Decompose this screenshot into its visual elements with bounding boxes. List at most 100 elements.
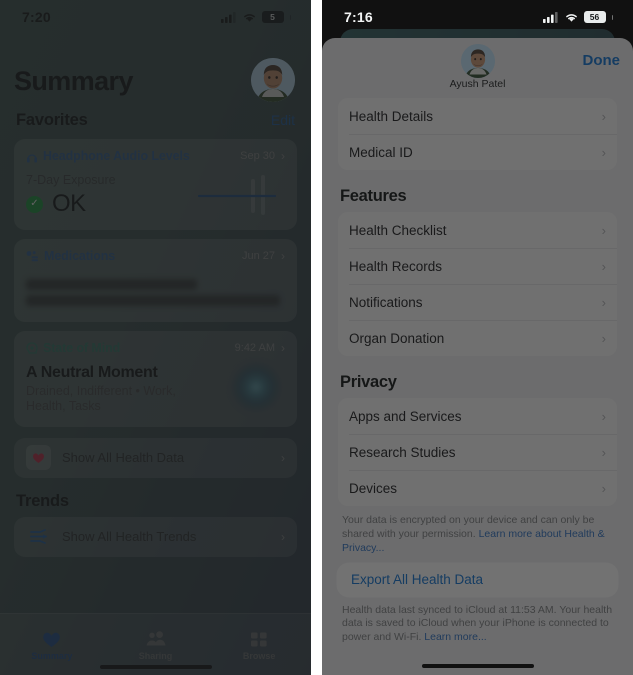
tab-summary[interactable]: Summary <box>0 614 104 675</box>
show-all-health-trends-row[interactable]: Show All Health Trends › <box>14 516 297 557</box>
export-all-health-data-button[interactable]: Export All Health Data <box>338 563 617 596</box>
row-notifications[interactable]: Notifications › <box>338 284 617 320</box>
home-indicator <box>421 664 534 668</box>
row-label: Show All Health Trends <box>62 529 197 544</box>
row-label: Health Details <box>349 108 434 124</box>
check-circle-icon: ✓ <box>26 195 43 213</box>
tab-label: Browse <box>242 650 276 661</box>
trends-heading: Trends <box>16 491 69 510</box>
privacy-footnote: Your data is encrypted on your device an… <box>342 514 613 556</box>
card-title-group: Headphone Audio Levels <box>26 149 190 163</box>
chevron-right-icon: › <box>601 330 606 346</box>
profile-avatar-button[interactable] <box>251 58 295 102</box>
chevron-right-icon: › <box>601 408 606 424</box>
trends-arrows-icon <box>26 524 51 549</box>
show-all-health-data-row[interactable]: Show All Health Data › <box>14 437 297 478</box>
chevron-right-icon: › <box>281 341 285 355</box>
status-time: 7:16 <box>344 9 373 25</box>
chevron-right-icon: › <box>601 222 606 238</box>
edit-button[interactable]: Edit <box>271 112 295 128</box>
chevron-right-icon: › <box>281 529 285 544</box>
tab-browse[interactable]: Browse <box>207 614 311 675</box>
heart-filled-icon <box>43 632 61 647</box>
card-date: Jun 27 <box>241 250 275 262</box>
headphone-icon <box>27 153 37 162</box>
medications-redacted-text <box>26 279 285 306</box>
card-status-value: OK <box>52 190 86 217</box>
row-label: Medical ID <box>349 144 413 160</box>
trends-section-header: Trends <box>14 492 297 511</box>
card-header: Headphone Audio Levels Sep 30 › <box>26 149 285 163</box>
avatar <box>251 58 295 102</box>
heart-icon <box>26 445 51 470</box>
sheet-header: Ayush Patel Done <box>322 38 633 90</box>
export-label: Export All Health Data <box>351 572 484 588</box>
card-date: 9:42 AM <box>234 342 275 354</box>
status-indicators: 5 <box>220 11 291 23</box>
privacy-heading: Privacy <box>340 373 397 391</box>
head-profile-icon <box>26 341 38 354</box>
favorites-heading: Favorites <box>16 111 88 129</box>
favorites-section-header: Favorites Edit <box>14 111 297 130</box>
row-health-checklist[interactable]: Health Checklist › <box>338 212 617 248</box>
row-health-records[interactable]: Health Records › <box>338 248 617 284</box>
pills-icon <box>26 251 38 262</box>
mood-subtitle: Drained, Indifferent • Work, Health, Tas… <box>26 384 176 414</box>
card-header: State of Mind 9:42 AM › <box>26 341 285 355</box>
group-privacy: Apps and Services › Research Studies › D… <box>338 398 617 506</box>
chevron-right-icon: › <box>601 294 606 310</box>
home-indicator <box>99 665 212 669</box>
tab-label: Summary <box>31 650 73 661</box>
row-medical-id[interactable]: Medical ID › <box>338 134 617 170</box>
left-phone-screen: 7:20 5 Summary Favorites Edit Headphone … <box>0 0 311 675</box>
battery-indicator: 5 <box>261 11 284 23</box>
audio-level-chart <box>197 175 277 215</box>
card-date: Sep 30 <box>240 150 275 162</box>
card-title-group: State of Mind <box>26 341 120 355</box>
card-state-of-mind[interactable]: State of Mind 9:42 AM › A Neutral Moment… <box>14 331 297 427</box>
avatar[interactable] <box>460 44 495 78</box>
card-meta: 9:42 AM › <box>235 342 285 354</box>
left-status-bar: 7:20 5 <box>0 0 311 34</box>
sync-footnote: Health data last synced to iCloud at 11:… <box>342 604 613 646</box>
row-label: Research Studies <box>349 444 456 460</box>
card-header: Medications Jun 27 › <box>26 249 285 263</box>
mood-orb-graphic <box>232 363 280 411</box>
group-features: Health Checklist › Health Records › Noti… <box>338 212 617 356</box>
chevron-right-icon: › <box>281 149 285 163</box>
card-headphone-audio-levels[interactable]: Headphone Audio Levels Sep 30 › 7-Day Ex… <box>14 139 297 230</box>
row-health-details[interactable]: Health Details › <box>338 98 617 134</box>
profile-name: Ayush Patel <box>449 78 506 90</box>
wifi-icon <box>565 13 577 22</box>
right-phone-screen: 7:16 56 Ayush Patel Done Health Details … <box>322 0 633 675</box>
battery-cap-icon <box>611 14 613 20</box>
card-title: Medications <box>44 249 116 263</box>
panel-separator <box>311 0 322 675</box>
grid-icon <box>251 632 267 646</box>
features-heading: Features <box>340 187 407 205</box>
chevron-right-icon: › <box>601 444 606 460</box>
battery-indicator: 56 <box>583 11 606 23</box>
row-research-studies[interactable]: Research Studies › <box>338 434 617 470</box>
row-label: Show All Health Data <box>62 450 185 465</box>
sync-learn-more-link[interactable]: Learn more... <box>424 631 486 643</box>
chevron-right-icon: › <box>281 249 285 263</box>
row-devices[interactable]: Devices › <box>338 470 617 506</box>
screenshot-stage: 7:20 5 Summary Favorites Edit Headphone … <box>0 0 633 675</box>
done-button[interactable]: Done <box>583 52 621 69</box>
wifi-icon <box>243 13 255 22</box>
left-main-content: Summary Favorites Edit Headphone Audio L… <box>0 66 311 557</box>
row-apps-and-services[interactable]: Apps and Services › <box>338 398 617 434</box>
tab-label: Sharing <box>138 650 173 661</box>
row-label: Organ Donation <box>349 330 445 346</box>
battery-cap-icon <box>289 14 291 20</box>
redacted-line <box>26 295 280 306</box>
cellular-bars-icon <box>542 11 558 23</box>
chevron-right-icon: › <box>601 108 606 124</box>
row-label: Health Checklist <box>349 222 447 238</box>
profile-sheet: Ayush Patel Done Health Details › Medica… <box>322 38 633 675</box>
avatar-image <box>460 44 495 78</box>
card-medications[interactable]: Medications Jun 27 › <box>14 239 297 322</box>
card-meta: Jun 27 › <box>242 250 285 262</box>
row-organ-donation[interactable]: Organ Donation › <box>338 320 617 356</box>
